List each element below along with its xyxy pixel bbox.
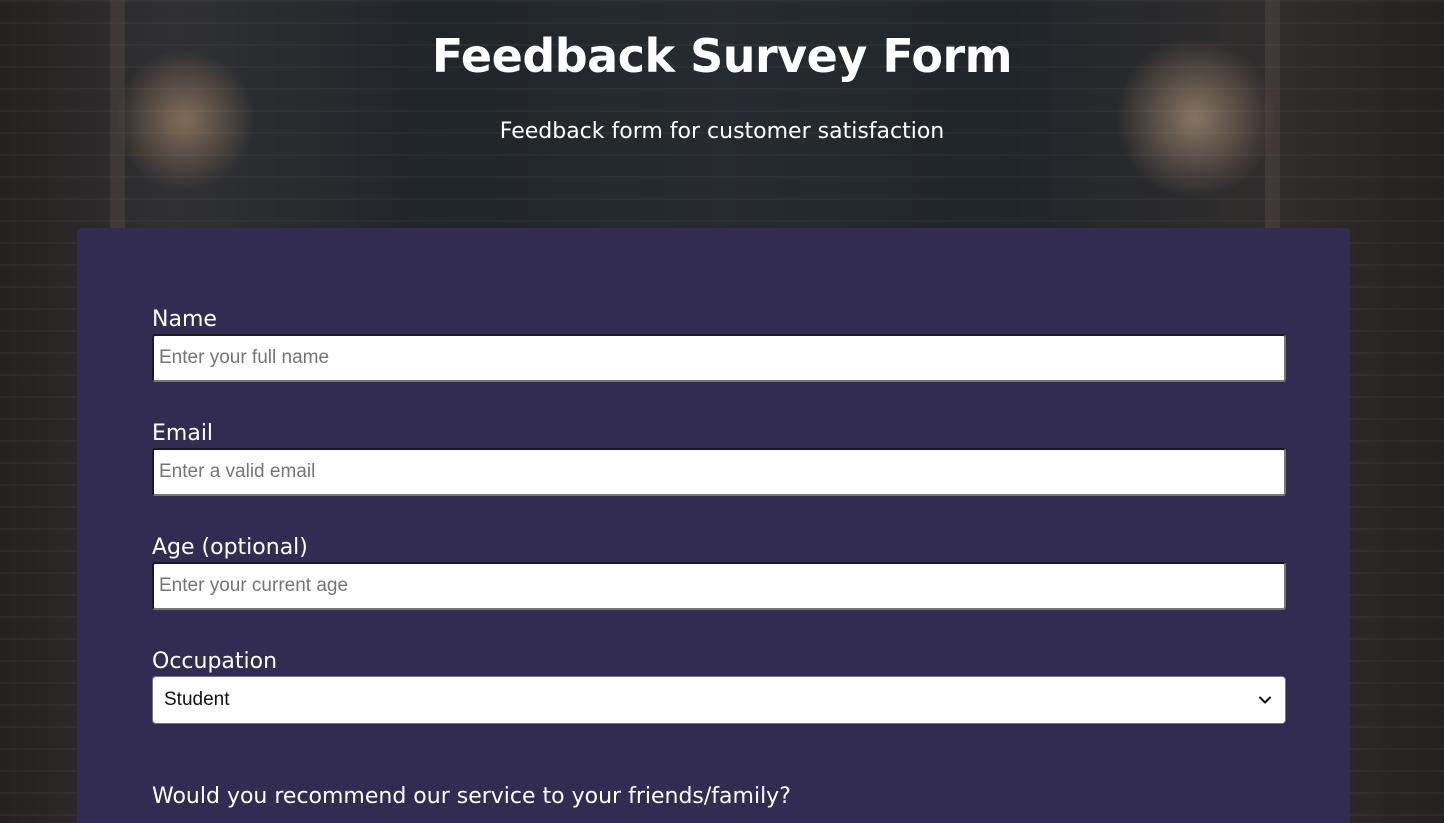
occupation-field-group: Occupation Student	[152, 648, 1286, 724]
occupation-label: Occupation	[152, 649, 278, 674]
age-field-group: Age (optional)	[152, 534, 1286, 610]
name-label: Name	[152, 307, 217, 332]
page-header: Feedback Survey Form Feedback form for c…	[0, 0, 1444, 146]
survey-form: Name Email Age (optional) Occupation Stu…	[77, 228, 1350, 823]
occupation-select[interactable]: Student	[152, 676, 1286, 724]
email-field-group: Email	[152, 420, 1286, 496]
chevron-down-icon	[1259, 696, 1271, 704]
email-label: Email	[152, 421, 214, 446]
name-field-group: Name	[152, 306, 1286, 382]
occupation-selected-value: Student	[164, 689, 230, 710]
age-label: Age (optional)	[152, 535, 308, 560]
name-input[interactable]	[152, 334, 1286, 382]
recommend-question: Would you recommend our service to your …	[152, 784, 791, 809]
page-title: Feedback Survey Form	[431, 29, 1013, 83]
age-input[interactable]	[152, 562, 1286, 610]
email-input[interactable]	[152, 448, 1286, 496]
page-description: Feedback form for customer satisfaction	[499, 119, 945, 144]
